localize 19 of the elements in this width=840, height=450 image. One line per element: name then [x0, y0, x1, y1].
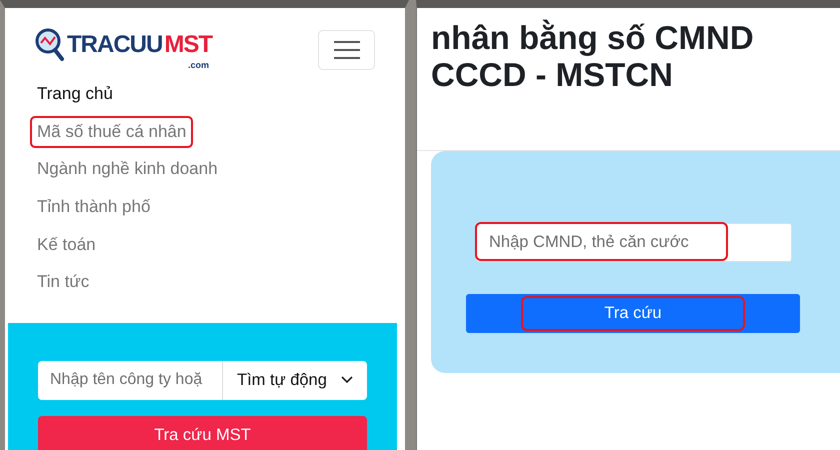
search-mode-select[interactable]: Tìm tự động: [223, 360, 367, 400]
nav-link[interactable]: Trang chủ: [30, 78, 120, 111]
menu-icon: [334, 41, 360, 59]
search-button[interactable]: Tra cứu: [466, 294, 800, 333]
magnifier-logo-icon: [35, 28, 65, 62]
menu-button[interactable]: [318, 30, 375, 70]
id-number-field[interactable]: Nhập CMND, thẻ căn cước: [476, 222, 792, 262]
nav-link[interactable]: Kế toán: [30, 228, 103, 262]
nav-link[interactable]: Tỉnh thành phố: [30, 190, 158, 224]
logo-text: MST: [164, 33, 212, 57]
nav-link[interactable]: Tin tức: [30, 266, 96, 299]
nav-link[interactable]: Ngành nghề kinh doanh: [30, 153, 225, 186]
logo-domain: .com: [188, 61, 210, 70]
chevron-down-icon: [341, 376, 353, 384]
page-heading: nhân bằng số CMND CCCD - MSTCN: [430, 18, 755, 94]
logo-text: TRACUU: [67, 33, 162, 57]
nav-link[interactable]: Mã số thuế cá nhân: [30, 116, 194, 148]
company-search-field[interactable]: Nhập tên công ty hoặ: [38, 360, 223, 400]
search-button[interactable]: Tra cứu MST: [38, 416, 367, 450]
